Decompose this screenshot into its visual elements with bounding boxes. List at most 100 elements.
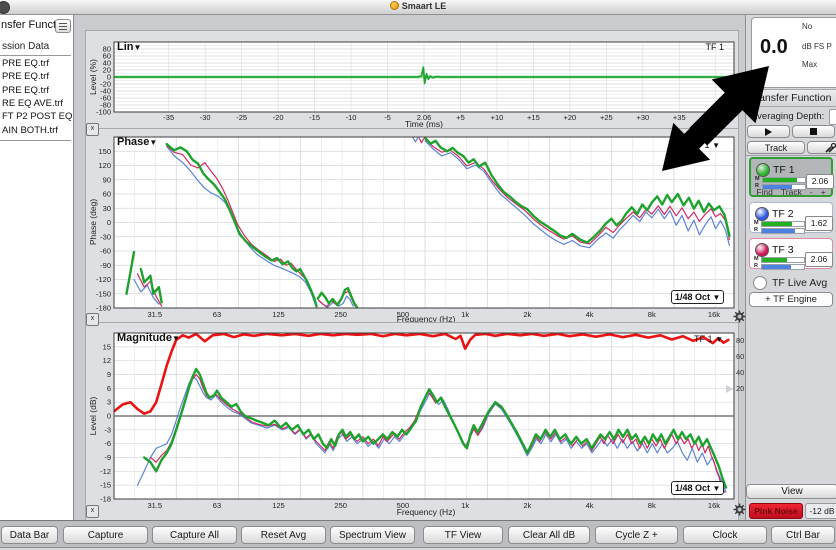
right-scale-value: 40 — [736, 368, 744, 377]
tf-engine-card-1[interactable]: TF 1MR2.06FindTrack-+ — [749, 157, 833, 197]
panel-section-title: Transfer Function — [745, 89, 836, 107]
toolbar-button-capture-all[interactable]: Capture All — [152, 526, 237, 544]
svg-text:6: 6 — [107, 384, 111, 393]
tf-engine-led — [755, 207, 769, 221]
tf-control--[interactable]: + — [821, 187, 826, 197]
meter-m-label: M — [754, 220, 759, 226]
tf-control--[interactable]: - — [810, 187, 813, 197]
tf-engine-card-2[interactable]: TF 2MR1.62 — [749, 202, 833, 233]
sidebar-file-item[interactable]: PRE EQ.trf — [2, 85, 49, 98]
magnitude-trace-selector[interactable]: TF 1 ▼ — [694, 334, 723, 344]
meter-m-track — [762, 177, 806, 183]
sidebar-file-item[interactable]: AIN BOTH.trf — [2, 125, 58, 138]
svg-text:31.5: 31.5 — [147, 501, 162, 510]
svg-text:+35: +35 — [673, 113, 686, 122]
toolbar-button-clock[interactable]: Clock — [683, 526, 767, 544]
phase-plot-type-selector[interactable]: Phase▼ — [117, 136, 157, 148]
sidebar-file-item[interactable]: PRE EQ.trf — [2, 71, 49, 84]
svg-text:-18: -18 — [100, 495, 111, 504]
toolbar-button-clear-all-db[interactable]: Clear All dB — [508, 526, 590, 544]
gear-icon[interactable] — [733, 503, 746, 516]
meter-m-track — [761, 221, 805, 227]
averaging-depth-input[interactable] — [829, 109, 836, 125]
app-icon — [390, 1, 399, 10]
tf-engine-name: TF 1 — [773, 164, 795, 176]
sidebar-divider — [0, 140, 71, 141]
right-scale-value: 80 — [736, 336, 744, 345]
svg-text:-60: -60 — [100, 247, 111, 256]
tf-engine-led — [755, 243, 769, 257]
stop-button[interactable] — [792, 125, 835, 138]
impulse-plot-type-selector[interactable]: Lin▼ — [117, 41, 141, 53]
pink-noise-level[interactable]: -12 dB — [805, 503, 836, 519]
svg-text:-25: -25 — [236, 113, 247, 122]
play-button[interactable] — [747, 125, 790, 138]
add-tf-engine-button[interactable]: + TF Engine — [749, 292, 833, 307]
toolbar-button-data-bar[interactable]: Data Bar — [1, 526, 58, 544]
tf-delay-value[interactable]: 2.06 — [805, 252, 833, 267]
toolbar-button-ctrl-bar[interactable]: Ctrl Bar — [771, 526, 835, 544]
svg-text:-35: -35 — [163, 113, 174, 122]
magnitude-octave-banding-selector[interactable]: 1/48 Oct ▼ — [671, 481, 724, 495]
tf-engine-name: TF 2 — [772, 208, 794, 220]
svg-text:8k: 8k — [648, 501, 656, 510]
impulse-trace-badge: TF 1 — [705, 42, 724, 52]
svg-text:60: 60 — [103, 190, 111, 199]
readout-units-label: dB FS P — [802, 42, 832, 51]
svg-text:15: 15 — [103, 342, 111, 351]
toolbar-button-tf-view[interactable]: TF View — [423, 526, 503, 544]
scale-pointer-icon[interactable] — [726, 385, 733, 393]
magnitude-chart-svg: 15129630-3-6-9-12-15-1831.5631252505001k… — [86, 323, 738, 521]
track-button[interactable]: Track — [747, 141, 805, 154]
tf-delay-value[interactable]: 1.62 — [805, 216, 833, 231]
tools-button[interactable] — [807, 141, 836, 154]
meter-m-label: M — [754, 256, 759, 262]
sidebar-file-item[interactable]: RE EQ AVE.trf — [2, 98, 63, 111]
svg-text:+30: +30 — [636, 113, 649, 122]
play-icon — [765, 128, 772, 136]
close-pane-icon[interactable]: x — [86, 313, 99, 326]
svg-text:250: 250 — [334, 501, 347, 510]
svg-text:-6: -6 — [104, 439, 111, 448]
pink-noise-button[interactable]: Pink Noise — [749, 503, 803, 519]
view-button[interactable]: View — [746, 484, 836, 499]
sidebar-file-item[interactable]: FT P2 POST EQ.trf — [2, 111, 74, 124]
toolbar-button-capture[interactable]: Capture — [63, 526, 148, 544]
svg-text:+10: +10 — [491, 113, 504, 122]
tf-engine-name: TF 3 — [772, 244, 794, 256]
meter-m-fill — [763, 178, 797, 182]
phase-chart-svg: 1501209060300-30-60-90-120-150-18031.563… — [86, 129, 738, 323]
level-readout-value: 0.0 — [760, 36, 788, 59]
gear-icon[interactable] — [733, 310, 746, 323]
magnitude-plot-type-selector[interactable]: Magnitude▼ — [117, 332, 180, 344]
svg-text:-9: -9 — [104, 453, 111, 462]
svg-text:12: 12 — [103, 356, 111, 365]
svg-text:31.5: 31.5 — [147, 310, 162, 319]
readout-max-label: Max — [802, 60, 817, 69]
toolbar-button-spectrum-view[interactable]: Spectrum View — [330, 526, 415, 544]
tf-control-find[interactable]: Find — [756, 187, 773, 197]
meter-m-track — [761, 257, 805, 263]
toolbar-button-cycle-z-[interactable]: Cycle Z + — [595, 526, 678, 544]
svg-text:-30: -30 — [100, 232, 111, 241]
tf-engine-controls: Find Track-+ — [751, 187, 831, 197]
tf-live-avg-label: TF Live Avg — [772, 277, 827, 289]
svg-text:-10: -10 — [346, 113, 357, 122]
svg-text:2k: 2k — [523, 310, 531, 319]
svg-text:4k: 4k — [586, 310, 594, 319]
tf-control-track[interactable]: Track — [781, 187, 802, 197]
svg-text:16k: 16k — [708, 501, 720, 510]
close-pane-icon[interactable]: x — [86, 123, 99, 136]
phase-octave-banding-selector[interactable]: 1/48 Oct ▼ — [671, 290, 724, 304]
close-pane-icon[interactable]: x — [86, 505, 99, 518]
level-readout-card: 0.0 No dB FS P Max — [751, 17, 836, 88]
menu-icon[interactable] — [55, 19, 71, 33]
toolbar-button-reset-avg[interactable]: Reset Avg — [241, 526, 326, 544]
tf-engine-card-3[interactable]: TF 3 MR 2.06 — [749, 238, 833, 269]
phase-trace-selector[interactable]: TF 1 ▼ — [691, 140, 720, 150]
sidebar-file-item[interactable]: PRE EQ.trf — [2, 58, 49, 71]
meter-r-label: R — [754, 263, 758, 269]
tf-live-avg-led[interactable] — [753, 276, 767, 290]
meter-r-track — [761, 264, 805, 270]
bottom-toolbar: Data Bar CaptureCapture AllReset AvgSpect… — [0, 520, 836, 550]
